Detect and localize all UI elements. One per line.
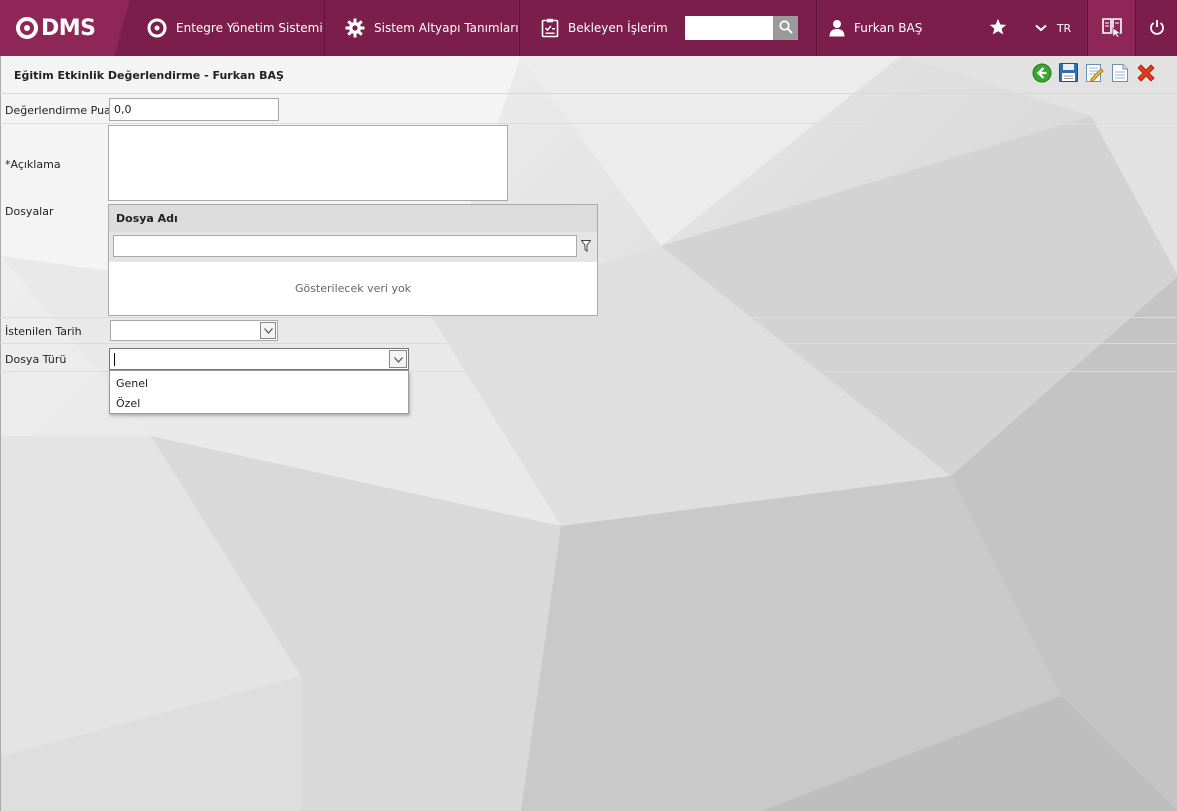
row-divider: [0, 317, 1177, 318]
score-label: Değerlendirme Puanı: [5, 104, 121, 117]
save-button[interactable]: [1057, 63, 1079, 85]
requested-date-dropdown-button[interactable]: [260, 322, 276, 339]
language-code: TR: [1056, 21, 1072, 35]
search-icon: [778, 19, 793, 37]
favorites-button[interactable]: [985, 0, 1011, 56]
book-pointer-icon: [1101, 16, 1123, 41]
dropdown-option-ozel[interactable]: Özel: [116, 397, 140, 410]
grid-empty-message: Gösterilecek veri yok: [294, 282, 412, 295]
files-grid: Dosya Adı Gösterilecek veri yok: [108, 204, 598, 316]
search-input[interactable]: [685, 16, 773, 40]
help-manual-button[interactable]: [1088, 0, 1135, 56]
nav-label: Bekleyen İşlerim: [568, 21, 668, 35]
edit-document-button[interactable]: [1083, 63, 1105, 85]
back-arrow-icon: [1032, 63, 1052, 86]
qdms-circle-icon: [147, 18, 167, 38]
nav-divider: [324, 0, 325, 56]
chevron-down-icon: [393, 353, 403, 366]
row-divider: [0, 343, 1177, 344]
close-button[interactable]: [1135, 63, 1157, 85]
nav-label: Sistem Altyapı Tanımları: [374, 21, 519, 35]
logo-q-icon: [16, 17, 38, 39]
requested-date-label: İstenilen Tarih: [5, 325, 82, 338]
user-name: Furkan BAŞ: [854, 21, 923, 35]
files-label: Dosyalar: [5, 205, 54, 218]
chevron-down-icon: [1035, 24, 1047, 32]
nav-entegre-yonetim[interactable]: Entegre Yönetim Sistemi: [147, 0, 323, 56]
file-type-dropdown-button[interactable]: [389, 350, 407, 368]
new-document-button[interactable]: [1109, 63, 1131, 85]
power-icon: [1149, 19, 1165, 38]
search-button[interactable]: [773, 16, 798, 40]
clipboard-check-icon: [541, 18, 559, 38]
nav-bekleyen-islerim[interactable]: Bekleyen İşlerim: [541, 0, 668, 56]
text-cursor: [114, 353, 115, 366]
gear-icon: [345, 18, 365, 38]
nav-divider: [519, 0, 520, 56]
new-document-icon: [1111, 63, 1129, 86]
score-input[interactable]: [109, 98, 279, 121]
user-menu[interactable]: Furkan BAŞ: [829, 0, 922, 56]
nav-label: Entegre Yönetim Sistemi: [176, 21, 323, 35]
filter-icon[interactable]: [580, 240, 592, 255]
language-selector[interactable]: TR: [1028, 0, 1078, 56]
requested-date-select[interactable]: [110, 320, 278, 341]
page-title: Eğitim Etkinlik Değerlendirme - Furkan B…: [14, 69, 284, 82]
description-label: *Açıklama: [5, 158, 61, 171]
logo-area[interactable]: DMS: [0, 0, 130, 56]
file-type-select[interactable]: [109, 348, 409, 370]
back-button[interactable]: [1031, 63, 1053, 85]
logout-button[interactable]: [1136, 0, 1177, 56]
edit-document-icon: [1084, 63, 1104, 86]
chevron-down-icon: [263, 324, 273, 337]
logo-text: DMS: [41, 15, 96, 41]
star-icon: [989, 18, 1007, 39]
nav-divider: [816, 0, 817, 56]
file-name-filter-input[interactable]: [113, 235, 577, 257]
dropdown-option-genel[interactable]: Genel: [116, 377, 148, 390]
save-icon: [1058, 63, 1078, 85]
grid-column-header[interactable]: Dosya Adı: [109, 205, 597, 232]
file-type-dropdown-list: Genel Özel: [109, 370, 409, 414]
user-icon: [829, 19, 845, 37]
top-navigation-bar: DMS Entegre Yönetim Sistemi Sistem Altya…: [0, 0, 1177, 56]
file-type-label: Dosya Türü: [5, 353, 67, 366]
qdms-logo[interactable]: DMS: [16, 13, 96, 43]
nav-sistem-altyapi[interactable]: Sistem Altyapı Tanımları: [345, 0, 519, 56]
close-icon: [1135, 62, 1157, 87]
row-divider: [0, 123, 1177, 124]
form-toolbar: [1031, 63, 1157, 85]
grid-filter-row: [109, 232, 597, 262]
description-textarea[interactable]: [108, 125, 508, 201]
